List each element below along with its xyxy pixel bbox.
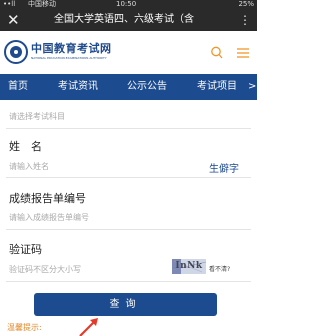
divider [6,281,251,282]
nav-item-exams[interactable]: 考试项目 [197,74,237,100]
divider [6,128,251,129]
clock: 10:50 [116,0,137,8]
page-title: 全国大学英语四、六级考试（含 [54,14,194,25]
site-header: 中国教育考试网 NATIONAL EDUCATION EXAMINATIONS … [0,31,257,74]
captcha-refresh-link[interactable]: 看不清? [209,264,230,273]
captcha-label: 验证码 [9,243,42,256]
nav-item-notices[interactable]: 公示公告 [127,74,167,100]
battery-level: 25% [238,0,254,8]
exam-subject-select[interactable]: 请选择考试科目 [9,111,65,122]
report-number-input[interactable]: 请输入成绩报告单编号 [9,212,89,223]
rare-character-link[interactable]: 生僻字 [209,160,239,175]
captcha-image[interactable]: InNk [172,259,206,274]
captcha-input[interactable]: 验证码不区分大小写 [9,264,81,275]
query-button[interactable]: 查询 [34,293,217,316]
divider [6,177,251,178]
name-label: 姓 名 [9,140,42,153]
logo-text[interactable]: 中国教育考试网 [31,42,112,55]
menu-icon[interactable] [236,45,250,61]
main-nav: 首页 考试资讯 公示公告 考试项目 > [0,74,257,100]
tips-heading: 温馨提示: [7,323,42,332]
nav-next-chevron-icon[interactable]: > [248,74,256,100]
logo-subtitle: NATIONAL EDUCATION EXAMINATIONS AUTHORIT… [31,56,107,60]
carrier-name: 中国移动 [28,0,56,8]
arrow-annotation-icon [79,318,98,336]
search-icon[interactable] [210,45,223,61]
status-bar: ••ll 中国移动 10:50 25% [0,0,257,9]
browser-title-bar: ✕ 全国大学英语四、六级考试（含 ⋮ [0,9,257,31]
signal-indicator: ••ll [3,0,16,8]
more-options-icon[interactable]: ⋮ [239,9,251,31]
captcha-code: InNk [175,261,203,271]
name-input[interactable]: 请输入姓名 [9,161,49,172]
nav-item-home[interactable]: 首页 [8,74,28,100]
nav-item-news[interactable]: 考试资讯 [58,74,98,100]
close-icon[interactable]: ✕ [7,10,20,30]
logo-icon[interactable] [4,40,28,64]
report-number-label: 成绩报告单编号 [9,192,86,205]
divider [6,229,251,230]
